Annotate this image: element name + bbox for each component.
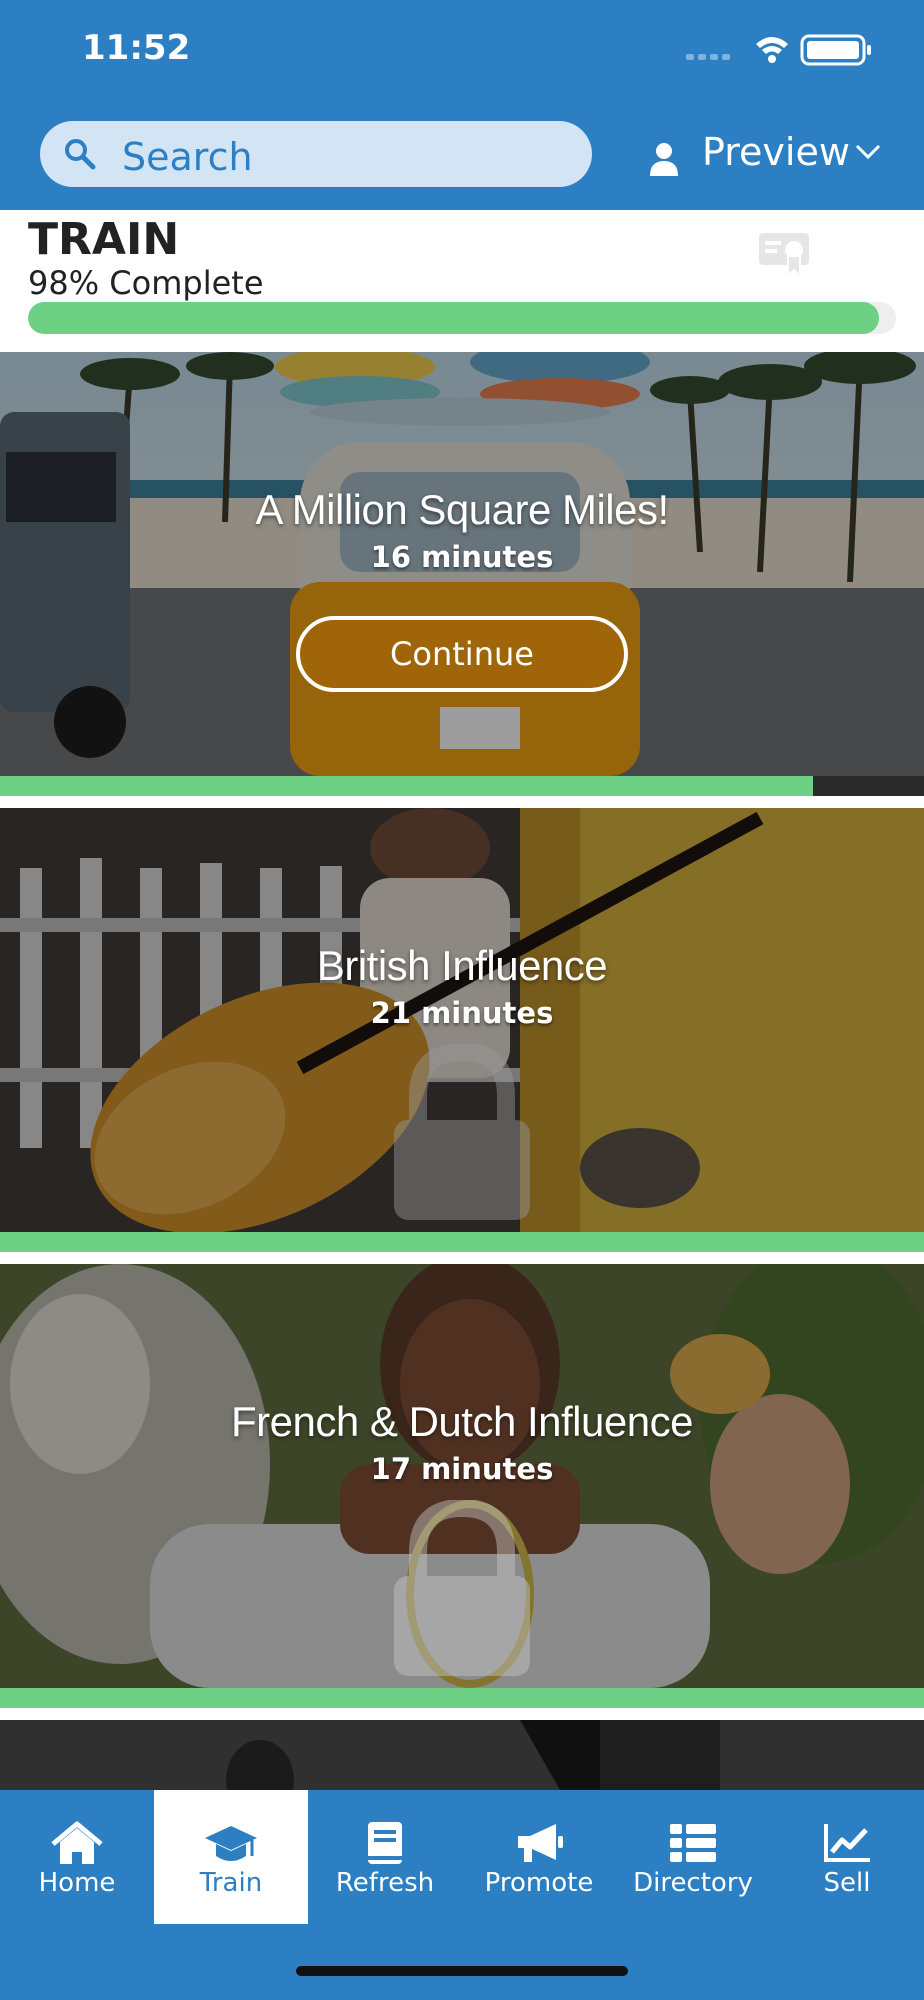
image-overlay bbox=[0, 1720, 924, 1790]
search-input[interactable]: Search bbox=[40, 121, 592, 187]
module-progress-fill bbox=[0, 776, 814, 796]
app-header: 11:52 Search Preview bbox=[0, 0, 924, 210]
preview-label: Preview bbox=[702, 130, 850, 174]
module-image bbox=[0, 1720, 924, 1790]
nav-label-refresh: Refresh bbox=[335, 1868, 435, 1898]
overall-progress-fill bbox=[28, 302, 879, 334]
module-card[interactable]: French & Dutch Influence 17 minutes bbox=[0, 1264, 924, 1708]
module-duration: 16 minutes bbox=[370, 540, 554, 574]
module-progress-fill bbox=[0, 1232, 924, 1252]
graduation-cap-icon bbox=[205, 1826, 257, 1861]
megaphone-icon bbox=[518, 1824, 563, 1862]
nav-item-sell[interactable]: Sell bbox=[770, 1790, 924, 1924]
module-progress-bar bbox=[0, 776, 924, 796]
book-icon bbox=[368, 1822, 402, 1864]
train-progress-header: TRAIN 98% Complete bbox=[0, 210, 924, 352]
module-duration: 21 minutes bbox=[370, 996, 554, 1030]
nav-item-directory[interactable]: Directory bbox=[616, 1790, 770, 1924]
module-progress-fill bbox=[0, 1688, 924, 1708]
user-icon bbox=[650, 143, 678, 176]
lock-icon bbox=[394, 1044, 530, 1220]
status-time: 11:52 bbox=[82, 28, 191, 68]
cellular-signal-icon bbox=[686, 54, 730, 60]
search-placeholder: Search bbox=[122, 135, 253, 179]
module-title: A Million Square Miles! bbox=[255, 486, 669, 533]
chart-line-icon bbox=[824, 1824, 870, 1862]
home-indicator bbox=[296, 1966, 628, 1976]
search-icon bbox=[65, 139, 96, 170]
overall-progress-bar bbox=[28, 302, 896, 334]
page-title: TRAIN bbox=[28, 214, 180, 265]
status-icons bbox=[686, 34, 871, 66]
certificate-icon[interactable] bbox=[758, 232, 810, 278]
nav-item-home[interactable]: Home bbox=[0, 1790, 154, 1924]
module-card[interactable]: British Influence 21 minutes bbox=[0, 808, 924, 1252]
nav-item-refresh[interactable]: Refresh bbox=[308, 1790, 462, 1924]
module-progress-bar bbox=[0, 1688, 924, 1708]
nav-label-directory: Directory bbox=[633, 1868, 753, 1898]
nav-item-train[interactable]: Train bbox=[154, 1790, 308, 1924]
continue-button[interactable]: Continue bbox=[296, 616, 628, 692]
battery-icon bbox=[800, 34, 871, 66]
module-card[interactable]: A Million Square Miles! 16 minutes Conti… bbox=[0, 352, 924, 796]
chevron-down-icon bbox=[855, 144, 881, 160]
module-title: French & Dutch Influence bbox=[231, 1398, 693, 1445]
wifi-icon bbox=[756, 37, 788, 63]
module-title: British Influence bbox=[316, 942, 608, 989]
complete-text: 98% Complete bbox=[28, 264, 264, 302]
nav-label-sell: Sell bbox=[823, 1868, 871, 1898]
list-icon bbox=[670, 1824, 716, 1862]
module-duration: 17 minutes bbox=[370, 1452, 554, 1486]
nav-item-promote[interactable]: Promote bbox=[462, 1790, 616, 1924]
nav-label-train: Train bbox=[199, 1868, 263, 1898]
home-icon bbox=[51, 1821, 103, 1864]
module-progress-bar bbox=[0, 1232, 924, 1252]
nav-label-promote: Promote bbox=[484, 1868, 594, 1898]
lock-icon bbox=[394, 1500, 530, 1676]
module-card[interactable] bbox=[0, 1720, 924, 1790]
nav-label-home: Home bbox=[38, 1868, 116, 1898]
preview-dropdown[interactable]: Preview bbox=[650, 120, 890, 188]
